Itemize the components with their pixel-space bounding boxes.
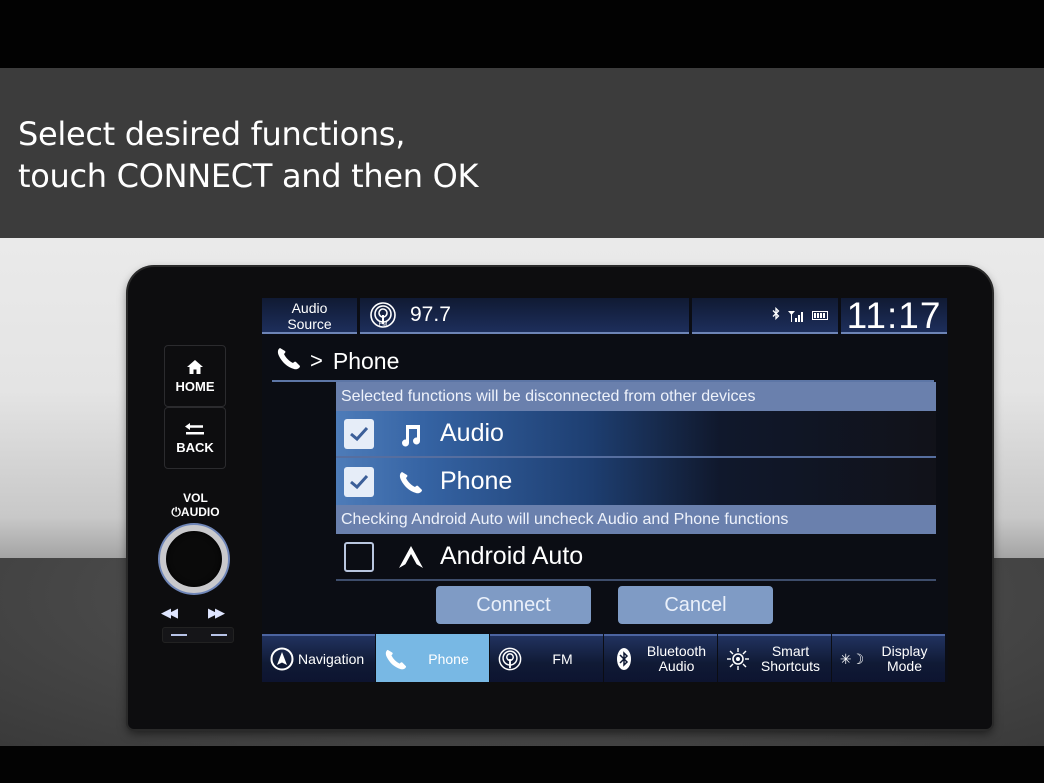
status-bar: Audio Source FM 97.7 11:17: [262, 298, 948, 336]
dock-label: Smart Shortcuts: [754, 644, 831, 674]
function-list: Selected functions will be disconnected …: [336, 382, 936, 581]
radio-frequency: 97.7: [410, 303, 451, 326]
skip-previous-icon: ◀◀: [161, 605, 178, 620]
back-arrow-icon: [184, 422, 206, 440]
dock-bluetooth-audio[interactable]: Bluetooth Audio: [604, 634, 717, 682]
fm-radio-icon: FM: [370, 302, 396, 328]
navigation-icon: [266, 647, 298, 671]
infotainment-unit: HOME BACK VOL ⏻AUDIO ◀◀ ▶▶ Audio Source: [128, 267, 992, 729]
list-item-audio[interactable]: Audio: [336, 411, 936, 458]
android-auto-label: Android Auto: [440, 542, 584, 570]
dock-label-line1: Display: [881, 643, 928, 659]
dialog-actions: Connect Cancel: [436, 586, 773, 624]
back-label: BACK: [176, 439, 214, 455]
letterbox-bottom: [0, 746, 1044, 783]
android-auto-checkbox[interactable]: [344, 541, 374, 572]
dock-label-line2: Mode: [886, 658, 923, 674]
disconnect-notice: Selected functions will be disconnected …: [336, 382, 936, 411]
dock-label-line1: Smart: [771, 643, 810, 659]
vol-text: VOL: [183, 491, 208, 505]
battery-icon: [812, 310, 828, 320]
audio-label: Audio: [440, 419, 504, 447]
phone-icon: [276, 346, 302, 376]
dock-label: Phone: [428, 650, 469, 667]
rocker-left-mark: [171, 634, 187, 636]
now-playing-radio[interactable]: FM 97.7: [360, 298, 689, 334]
skip-next-icon: ▶▶: [208, 605, 225, 620]
audio-source-button[interactable]: Audio Source: [262, 298, 357, 334]
phone-icon: [396, 470, 426, 494]
cancel-button[interactable]: Cancel: [618, 586, 773, 624]
bottom-dock: Navigation Phone FM Bluetooth Audio Smar…: [262, 634, 948, 682]
breadcrumb: > Phone: [276, 344, 399, 378]
dock-display-mode[interactable]: ✳︎☽ Display Mode: [832, 634, 945, 682]
power-icon: ⏻: [171, 505, 181, 519]
list-item-phone[interactable]: Phone: [336, 458, 936, 505]
svg-text:FM: FM: [379, 322, 388, 328]
dock-navigation[interactable]: Navigation: [262, 634, 375, 682]
list-item-android-auto[interactable]: Android Auto: [336, 534, 936, 581]
dock-label: Bluetooth Audio: [640, 644, 717, 674]
breadcrumb-separator: >: [310, 348, 323, 373]
dock-label-line1: Bluetooth: [646, 643, 707, 659]
dock-label-line2: Audio: [658, 658, 695, 674]
dock-label: Display Mode: [868, 644, 945, 674]
caption-line-2: touch CONNECT and then OK: [18, 157, 479, 195]
phone-checkbox[interactable]: [344, 466, 374, 497]
signal-icon: [788, 310, 804, 322]
bluetooth-icon: [608, 647, 640, 671]
android-auto-notice: Checking Android Auto will uncheck Audio…: [336, 505, 936, 534]
volume-knob[interactable]: [160, 525, 228, 593]
dock-phone[interactable]: Phone: [376, 634, 489, 682]
home-button[interactable]: HOME: [164, 345, 226, 407]
checkmark-icon: [350, 426, 369, 441]
rocker-right-mark: [211, 634, 227, 636]
audio-checkbox[interactable]: [344, 418, 374, 449]
dock-label-line2: Shortcuts: [760, 658, 821, 674]
fm-radio-icon: [494, 647, 526, 671]
dock-fm[interactable]: FM: [490, 634, 603, 682]
android-auto-icon: [396, 545, 426, 569]
home-icon: [186, 359, 204, 379]
dock-label: Navigation: [298, 650, 365, 667]
audio-source-line2: Source: [287, 316, 332, 332]
instruction-caption: Select desired functions, touch CONNECT …: [18, 113, 478, 197]
volume-label: VOL ⏻AUDIO: [158, 491, 233, 519]
connect-button[interactable]: Connect: [436, 586, 591, 624]
home-label: HOME: [175, 378, 215, 394]
touchscreen: Audio Source FM 97.7 11:17 > Phone Selec…: [262, 298, 948, 682]
checkmark-icon: [350, 474, 369, 489]
audio-text: AUDIO: [180, 505, 220, 519]
caption-line-1: Select desired functions,: [18, 115, 406, 153]
back-button[interactable]: BACK: [164, 407, 226, 469]
phone-label: Phone: [440, 467, 513, 495]
status-icons: [692, 298, 838, 334]
dock-label: FM: [552, 650, 573, 667]
display-mode-icon: ✳︎☽: [839, 650, 865, 667]
dock-smart-shortcuts[interactable]: Smart Shortcuts: [718, 634, 831, 682]
smart-shortcuts-icon: [722, 647, 754, 671]
letterbox-top: [0, 0, 1044, 68]
skip-rocker-button[interactable]: [162, 627, 234, 643]
clock: 11:17: [841, 298, 947, 334]
audio-source-line1: Audio: [291, 300, 328, 316]
bluetooth-icon: [772, 306, 780, 323]
page-title: Phone: [332, 347, 400, 374]
music-note-icon: [396, 421, 426, 447]
phone-icon: [380, 648, 412, 670]
